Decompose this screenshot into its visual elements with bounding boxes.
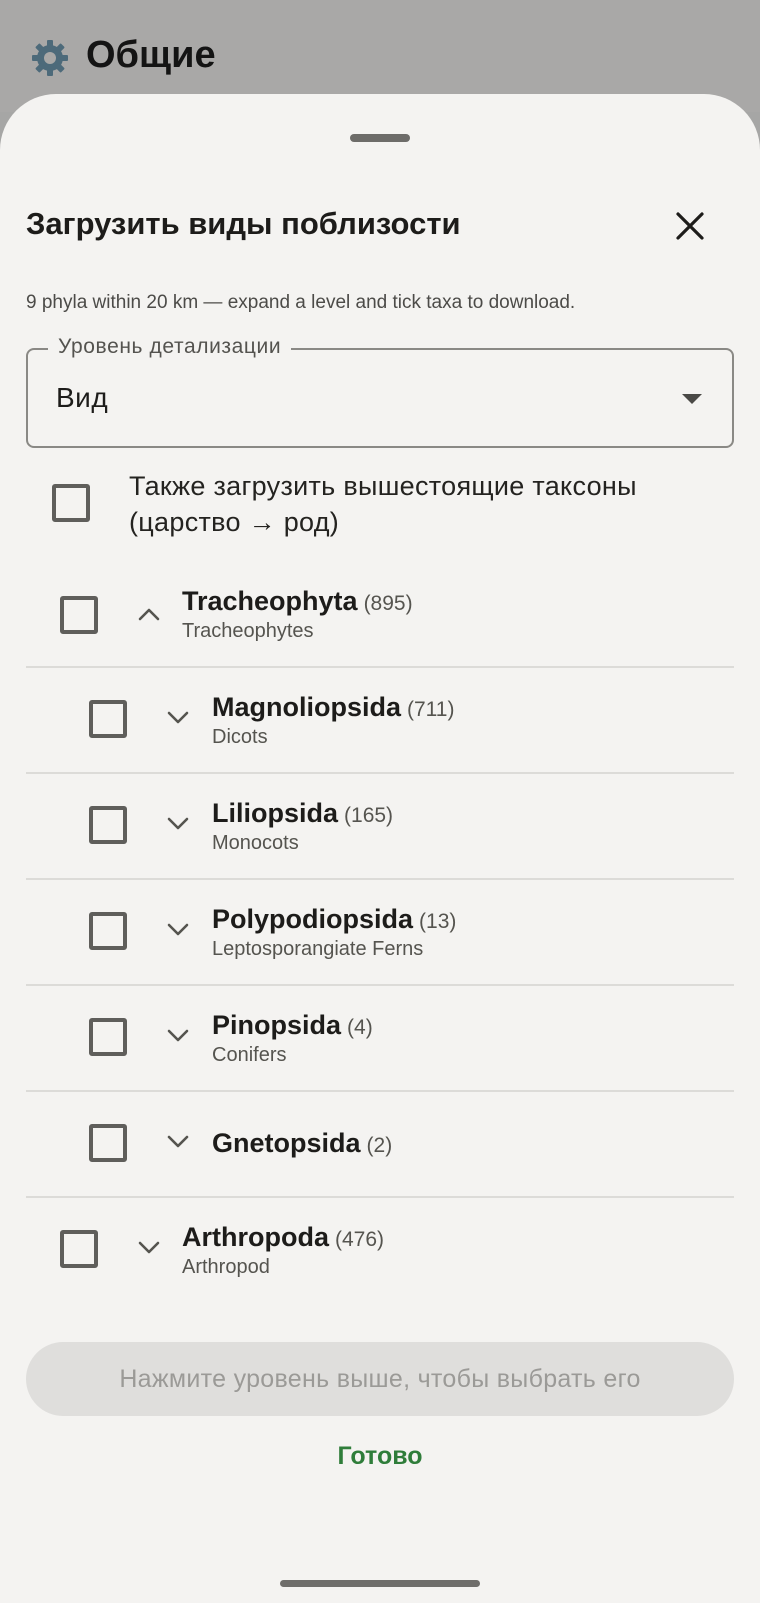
detail-level-label: Уровень детализации	[48, 335, 292, 359]
taxon-common-name: Dicots	[212, 726, 268, 748]
drag-handle[interactable]	[350, 134, 410, 142]
gear-icon	[30, 38, 70, 78]
taxon-row-gnetopsida[interactable]: Gnetopsida (2)	[0, 1092, 760, 1196]
done-button[interactable]: Готово	[300, 1428, 460, 1484]
taxon-row-liliopsida[interactable]: Liliopsida (165) Monocots	[0, 774, 760, 878]
taxon-row-arthropoda[interactable]: Arthropoda (476) Arthropod	[0, 1198, 760, 1302]
taxon-row-tracheophyta[interactable]: Tracheophyta (895) Tracheophytes	[0, 562, 760, 666]
taxon-name: Liliopsida	[212, 798, 339, 828]
taxon-count: (4)	[347, 1016, 373, 1039]
sheet-title: Загрузить виды поблизости	[26, 206, 461, 241]
taxon-row-pinopsida[interactable]: Pinopsida (4) Conifers	[0, 986, 760, 1090]
taxon-row-magnoliopsida[interactable]: Magnoliopsida (711) Dicots	[0, 668, 760, 772]
chevron-down-icon[interactable]	[137, 1240, 161, 1256]
dropdown-arrow-icon	[682, 394, 702, 404]
close-icon	[676, 212, 704, 240]
taxon-common-name: Leptosporangiate Ferns	[212, 938, 424, 960]
taxon-checkbox[interactable]	[60, 1230, 98, 1268]
chevron-down-icon[interactable]	[166, 1134, 190, 1150]
taxon-checkbox[interactable]	[60, 596, 98, 634]
chevron-down-icon[interactable]	[166, 816, 190, 832]
sheet-subtitle: 9 phyla within 20 km — expand a level an…	[26, 292, 576, 313]
detail-level-select[interactable]: Уровень детализации Вид	[26, 335, 734, 448]
taxon-common-name: Arthropod	[182, 1256, 270, 1278]
also-download-checkbox[interactable]	[52, 484, 90, 522]
taxon-checkbox[interactable]	[89, 1124, 127, 1162]
home-indicator	[280, 1580, 480, 1587]
taxon-count: (476)	[334, 1228, 385, 1251]
detail-level-value: Вид	[56, 382, 109, 413]
taxon-count: (895)	[363, 592, 413, 615]
page-title: Общие	[86, 34, 216, 76]
taxon-count: (711)	[407, 698, 455, 721]
download-bottom-sheet: Загрузить виды поблизости 9 phyla within…	[0, 94, 760, 1603]
taxon-common-name: Monocots	[212, 832, 299, 854]
taxon-name: Tracheophyta	[182, 586, 358, 616]
chevron-up-icon[interactable]	[137, 606, 161, 622]
taxon-count: (2)	[366, 1134, 393, 1157]
chevron-down-icon[interactable]	[166, 1028, 190, 1044]
select-level-button[interactable]: Нажмите уровень выше, чтобы выбрать его	[26, 1342, 734, 1416]
chevron-down-icon[interactable]	[166, 922, 190, 938]
taxon-name: Gnetopsida	[212, 1128, 361, 1158]
taxon-checkbox[interactable]	[89, 912, 127, 950]
taxon-checkbox[interactable]	[89, 700, 127, 738]
taxon-name: Polypodiopsida	[212, 904, 414, 934]
taxon-checkbox[interactable]	[89, 806, 127, 844]
taxon-count: (165)	[344, 804, 394, 827]
also-download-label: Также загрузить вышестоящие таксоны (цар…	[129, 471, 637, 537]
close-button[interactable]	[668, 204, 712, 248]
taxon-name: Pinopsida	[212, 1010, 342, 1040]
taxon-common-name: Conifers	[212, 1044, 287, 1066]
taxon-count: (13)	[419, 910, 457, 933]
taxon-row-polypodiopsida[interactable]: Polypodiopsida (13) Leptosporangiate Fern…	[0, 880, 760, 984]
taxon-common-name: Tracheophytes	[182, 620, 314, 642]
chevron-down-icon[interactable]	[166, 710, 190, 726]
taxon-name: Arthropoda	[182, 1222, 329, 1252]
taxon-checkbox[interactable]	[89, 1018, 127, 1056]
taxon-name: Magnoliopsida	[212, 692, 401, 722]
